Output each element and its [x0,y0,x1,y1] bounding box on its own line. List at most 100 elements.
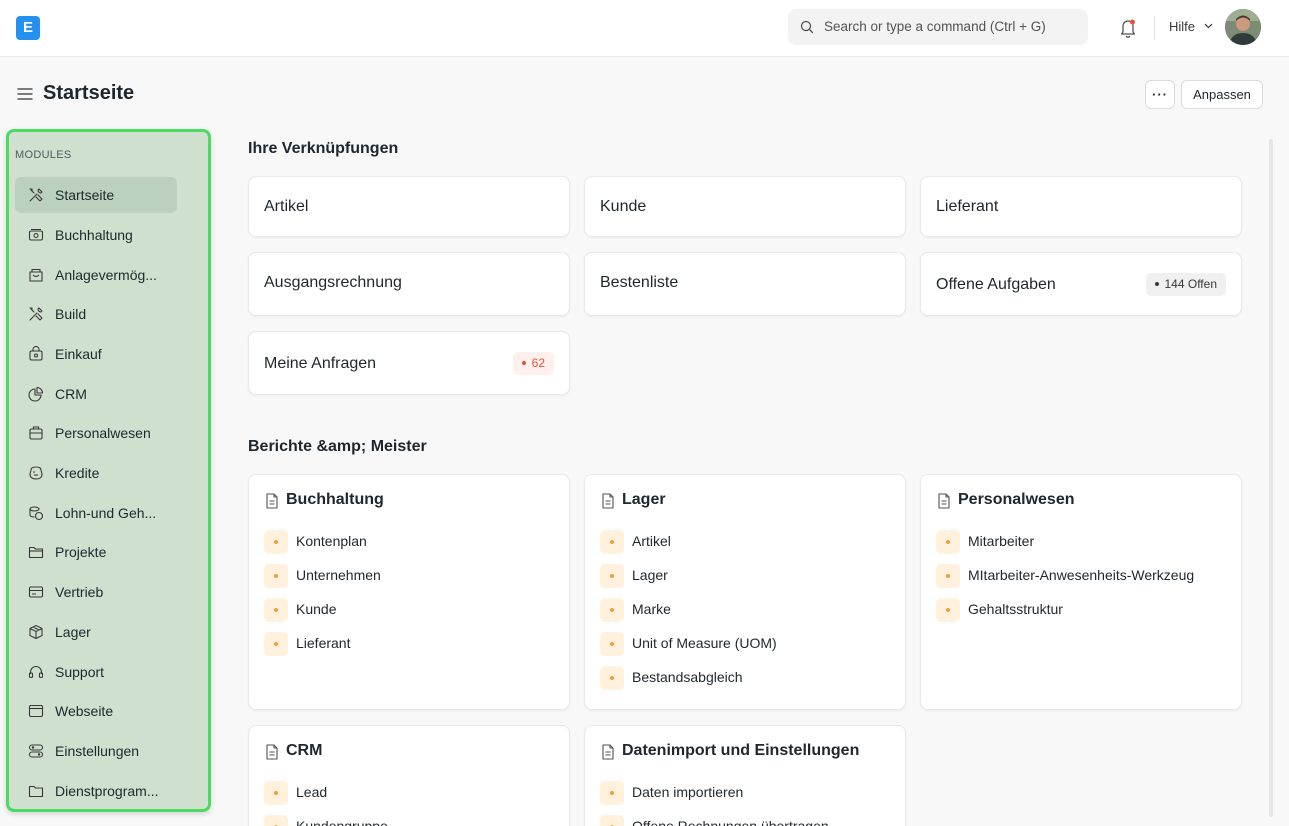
document-icon [266,744,278,760]
link-dot-icon [264,632,288,656]
sidebar-item-anlagevermoegen[interactable]: Anlagevermög... [15,257,177,293]
report-card-datenimport: Datenimport und Einstellungen Daten impo… [584,725,906,826]
link-dot-icon [264,564,288,588]
sidebar-toggle-icon[interactable] [17,87,33,101]
link-dot-icon [600,666,624,690]
headset-icon [28,666,44,679]
shortcut-label: Kunde [600,198,647,215]
sidebar-item-crm[interactable]: CRM [15,376,177,412]
link-dot-icon [600,530,624,554]
loan-icon [29,466,43,480]
search-placeholder: Search or type a command (Ctrl + G) [824,19,1046,34]
sidebar-item-support[interactable]: Support [15,654,177,690]
link-dot-icon [936,564,960,588]
link-dot-icon [264,815,288,826]
sidebar-item-label: Anlagevermög... [55,267,157,283]
settings-icon [28,744,44,758]
report-card-buchhaltung: Buchhaltung Kontenplan Unternehmen Kunde… [248,474,570,710]
crm-icon [28,386,44,402]
link-dot-icon [936,598,960,622]
sidebar-item-build[interactable]: Build [15,296,177,332]
report-card-personalwesen: Personalwesen Mitarbeiter MItarbeiter-An… [920,474,1242,710]
shortcut-card-lieferant[interactable]: Lieferant [920,176,1242,237]
sidebar-item-label: Startseite [55,187,115,203]
main-scrollbar[interactable] [1269,139,1273,817]
shortcut-label: Offene Aufgaben [936,276,1056,293]
sidebar-item-label: Support [55,664,105,680]
shortcut-card-offene-aufgaben[interactable]: Offene Aufgaben 144 Offen [920,252,1242,316]
sidebar-item-kredite[interactable]: Kredite [15,455,177,491]
sidebar-item-label: Vertrieb [55,584,104,600]
document-icon [938,493,950,509]
user-avatar[interactable] [1225,9,1261,45]
shortcut-card-ausgangsrechnung[interactable]: Ausgangsrechnung [248,252,570,316]
shortcut-card-meine-anfragen[interactable]: Meine Anfragen 62 [248,331,570,395]
shortcut-card-artikel[interactable]: Artikel [248,176,570,237]
shortcut-label: Lieferant [936,198,999,215]
app-logo[interactable]: E [16,16,40,40]
website-icon [28,704,44,718]
sidebar-item-lohn-und-gehalt[interactable]: Lohn-und Geh... [15,495,177,531]
request-count-badge: 62 [512,352,554,375]
selling-icon [28,586,44,598]
help-dropdown[interactable]: Hilfe [1169,19,1213,34]
hr-icon [29,426,43,440]
sidebar-item-label: Webseite [55,703,114,719]
sidebar-item-einkauf[interactable]: Einkauf [15,336,177,372]
document-icon [266,493,278,509]
sidebar-item-projekte[interactable]: Projekte [15,534,177,570]
sidebar-item-label: Projekte [55,544,107,560]
shortcut-card-bestenliste[interactable]: Bestenliste [584,252,906,316]
report-card-title: CRM [286,742,323,759]
sidebar-item-label: Build [55,306,87,322]
shortcuts-title: Ihre Verknüpfungen [248,140,399,157]
shortcut-label: Meine Anfragen [264,355,377,372]
document-icon [602,493,614,509]
shortcut-card-kunde[interactable]: Kunde [584,176,906,237]
folder-icon [28,546,44,559]
link-dot-icon [264,530,288,554]
search-bar[interactable]: Search or type a command (Ctrl + G) [788,9,1088,45]
report-card-title: Lager [622,491,666,508]
sidebar-item-vertrieb[interactable]: Vertrieb [15,574,177,610]
report-card-title: Buchhaltung [286,491,384,508]
stock-icon [29,624,43,640]
link-dot-icon [600,632,624,656]
link-dot-icon [600,781,624,805]
document-icon [602,744,614,760]
sidebar-item-personalwesen[interactable]: Personalwesen [15,415,177,451]
sidebar-item-label: Kredite [55,465,100,481]
link-dot-icon [264,781,288,805]
sidebar: MODULES Startseite Buchhaltung Anlagever… [6,129,211,812]
notification-bell-icon[interactable] [1118,17,1138,39]
chevron-down-icon [1204,23,1213,29]
report-card-lager: Lager Artikel Lager Marke Unit of Measur… [584,474,906,710]
assets-icon [29,268,43,282]
sidebar-item-label: Lager [55,624,91,640]
tools-icon [29,307,43,321]
customize-button[interactable]: Anpassen [1181,80,1263,109]
reports-title: Berichte &amp; Meister [248,438,427,455]
help-label: Hilfe [1169,19,1196,34]
sidebar-item-label: Buchhaltung [55,227,133,243]
sidebar-item-label: Lohn-und Geh... [55,505,157,521]
sidebar-item-einstellungen[interactable]: Einstellungen [15,733,177,769]
sidebar-item-buchhaltung[interactable]: Buchhaltung [15,217,177,253]
shortcut-label: Artikel [264,198,309,215]
sidebar-item-label: Personalwesen [55,425,151,441]
report-card-crm: CRM Lead Kundengruppe [248,725,570,826]
shortcut-label: Bestenliste [600,274,679,291]
sidebar-heading: MODULES [15,149,72,161]
sidebar-item-label: CRM [55,386,87,402]
sidebar-item-lager[interactable]: Lager [15,614,177,650]
sidebar-item-startseite[interactable]: Startseite [15,177,177,213]
link-dot-icon [600,815,624,826]
more-options-button[interactable]: ··· [1145,80,1175,109]
sidebar-item-dienstprogramme[interactable]: Dienstprogram... [15,773,177,809]
sidebar-item-label: Einstellungen [55,743,140,759]
avatar-image [1225,9,1261,45]
sidebar-item-label: Dienstprogram... [55,783,159,799]
navbar-divider [1154,16,1155,40]
shortcut-label: Ausgangsrechnung [264,274,402,291]
sidebar-item-webseite[interactable]: Webseite [15,693,177,729]
